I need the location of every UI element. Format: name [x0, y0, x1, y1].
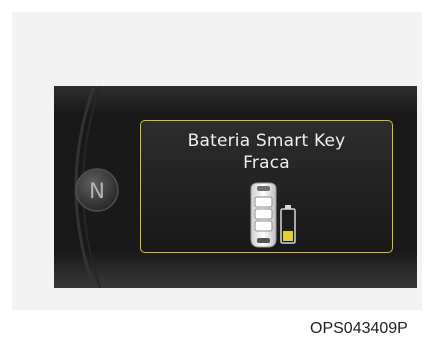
figure-code: OPS043409P [310, 320, 408, 337]
warning-icons [250, 182, 296, 248]
illustration-panel: N Bateria Smart Key Fraca [12, 12, 422, 310]
battery-level-fill [283, 231, 293, 241]
smart-key-fob-icon [250, 182, 277, 248]
warning-message-box: Bateria Smart Key Fraca [140, 120, 393, 253]
gear-dial-icon: N [74, 86, 119, 288]
cluster-display: N Bateria Smart Key Fraca [54, 86, 417, 288]
gear-indicator-label: N [89, 179, 105, 203]
low-battery-icon [280, 205, 296, 244]
